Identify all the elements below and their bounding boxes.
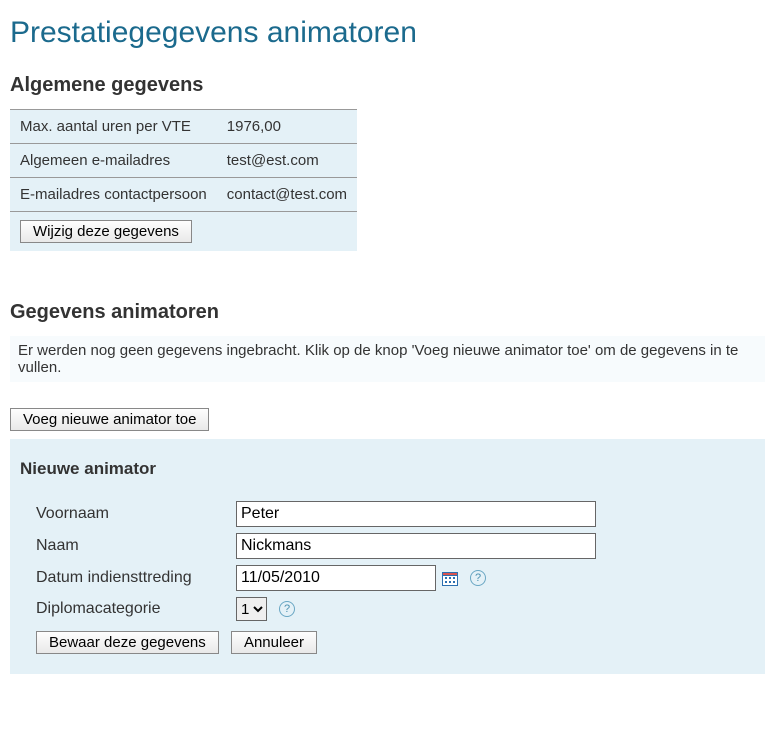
- firstname-input[interactable]: [236, 501, 596, 527]
- gen-label-contact-email: E-mailadres contactpersoon: [10, 178, 217, 212]
- gen-value-contact-email: contact@test.com: [217, 178, 357, 212]
- edit-general-button[interactable]: Wijzig deze gegevens: [20, 220, 192, 243]
- page-title: Prestatiegegevens animatoren: [10, 16, 765, 50]
- general-heading: Algemene gegevens: [10, 74, 765, 97]
- empty-state-notice: Er werden nog geen gegevens ingebracht. …: [10, 336, 765, 382]
- help-icon[interactable]: ?: [279, 601, 295, 617]
- gen-value-hours: 1976,00: [217, 110, 357, 144]
- lastname-label: Naam: [36, 537, 236, 555]
- new-animator-panel: Nieuwe animator Voornaam Naam Datum indi…: [10, 439, 765, 674]
- date-input[interactable]: [236, 565, 436, 591]
- gen-label-email: Algemeen e-mailadres: [10, 144, 217, 178]
- add-animator-button[interactable]: Voeg nieuwe animator toe: [10, 408, 209, 431]
- calendar-icon[interactable]: [442, 570, 458, 586]
- new-animator-heading: Nieuwe animator: [20, 459, 755, 479]
- gen-value-email: test@est.com: [217, 144, 357, 178]
- general-info-table: Max. aantal uren per VTE 1976,00 Algemee…: [10, 109, 357, 251]
- animators-heading: Gegevens animatoren: [10, 301, 765, 324]
- cancel-button[interactable]: Annuleer: [231, 631, 317, 654]
- diploma-select[interactable]: 1: [236, 597, 267, 621]
- firstname-label: Voornaam: [36, 505, 236, 523]
- date-label: Datum indiensttreding: [36, 569, 236, 587]
- gen-label-hours: Max. aantal uren per VTE: [10, 110, 217, 144]
- lastname-input[interactable]: [236, 533, 596, 559]
- save-button[interactable]: Bewaar deze gegevens: [36, 631, 219, 654]
- help-icon[interactable]: ?: [470, 570, 486, 586]
- diploma-label: Diplomacategorie: [36, 600, 236, 618]
